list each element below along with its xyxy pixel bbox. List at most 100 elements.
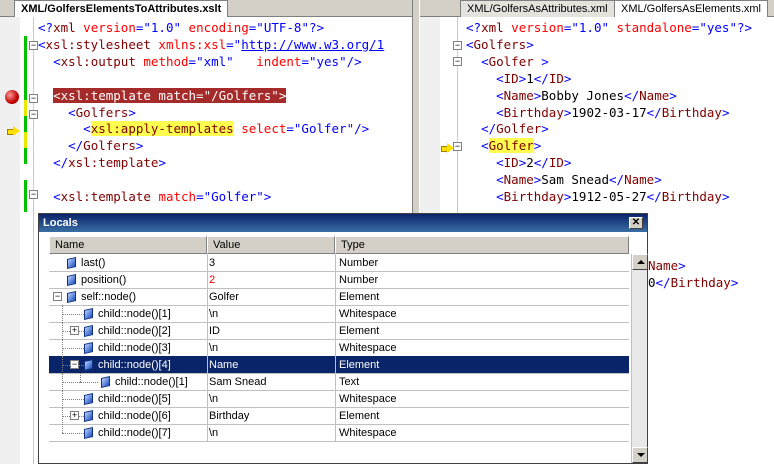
locals-row[interactable]: position() 2 Number [49, 271, 629, 289]
code-token: ID [548, 70, 564, 86]
variable-icon [101, 376, 110, 388]
code-token: < [53, 189, 61, 204]
code-line[interactable]: <xsl:template match="Golfer"> [38, 189, 271, 205]
tree-line [62, 348, 84, 349]
code-token: > [541, 121, 549, 137]
code-line[interactable]: </xsl:template> [38, 155, 166, 171]
locals-row[interactable]: − self::node() Golfer Element [49, 288, 629, 306]
row-type: Text [339, 376, 360, 388]
tab-xslt-file[interactable]: XML/GolfersElementsToAttributes.xslt [14, 0, 229, 17]
locals-row[interactable]: child::node()[1] \n Whitespace [49, 305, 629, 323]
locals-row[interactable]: − child::node()[4] Name Element [49, 356, 629, 374]
code-token: < [496, 172, 504, 188]
row-type: Number [339, 257, 379, 269]
code-line[interactable]: <ID>1</ID> [466, 71, 571, 87]
code-token: </ [609, 172, 625, 188]
breakpoint-icon[interactable] [5, 90, 19, 104]
code-line[interactable]: 0</Birthday> [648, 275, 738, 291]
row-type: Whitespace [339, 393, 397, 405]
column-header-value[interactable]: Value [207, 236, 335, 254]
expand-icon[interactable]: + [70, 411, 79, 420]
locals-row[interactable]: + child::node()[2] ID Element [49, 322, 629, 340]
code-line[interactable]: <xsl:apply-templates select="Golfer"/> [38, 121, 369, 137]
code-line[interactable]: <Name>Sam Snead</Name> [466, 172, 662, 188]
column-header-type[interactable]: Type [335, 236, 629, 254]
code-token: 0 [648, 275, 656, 290]
code-line[interactable]: <ID>2</ID> [466, 155, 571, 171]
code-token: ID [503, 70, 519, 86]
code-token: < [481, 53, 489, 69]
code-line[interactable]: <?xml version="1.0" standalone="yes"?> [466, 20, 752, 36]
tree-line [62, 433, 84, 434]
code-token: xsl:apply-templates [90, 121, 234, 137]
code-token: ="xml" [188, 53, 257, 69]
collapse-stylesheet-icon[interactable]: − [29, 41, 38, 50]
tab-golfers-as-attributes[interactable]: XML/GolfersAsAttributes.xml [460, 0, 615, 17]
locals-title-bar[interactable]: Locals [39, 214, 647, 232]
scroll-up-icon[interactable] [632, 254, 648, 270]
collapse-template-icon[interactable]: − [29, 190, 38, 199]
code-line[interactable]: <Birthday>1912-05-27</Birthday> [466, 189, 729, 205]
code-line[interactable]: <xsl:output method="xml" indent="yes"/> [38, 54, 362, 70]
code-token: < [496, 87, 504, 103]
grid-line [49, 441, 629, 442]
code-token: Golfer [488, 53, 542, 69]
tree-line [80, 373, 81, 382]
code-token: ="Golfer"> [196, 189, 272, 204]
code-token: Birthday [661, 189, 722, 204]
vertical-scrollbar[interactable] [631, 254, 648, 463]
code-token: indent [256, 53, 302, 69]
locals-row[interactable]: child::node()[5] \n Whitespace [49, 390, 629, 408]
collapse-golfers-icon[interactable]: − [29, 110, 38, 119]
code-token: Golfers [75, 104, 129, 120]
code-token: xsl:stylesheet [45, 36, 159, 52]
tree-line [62, 314, 84, 315]
code-line[interactable]: <?xml version="1.0" encoding="UTF-8"?> [38, 20, 324, 36]
scroll-down-icon[interactable] [632, 447, 648, 463]
code-line[interactable]: <Golfers> [466, 37, 534, 53]
row-value: Golfer [209, 291, 239, 303]
code-token: < [481, 138, 489, 154]
row-value: 3 [209, 257, 216, 269]
code-token: ID [548, 155, 564, 171]
code-line[interactable]: <xsl:stylesheet xmlns:xsl="http://www.w3… [38, 37, 384, 53]
row-type: Element [339, 359, 380, 371]
expand-icon[interactable]: + [70, 326, 79, 335]
code-token: ="1.0" [135, 20, 189, 35]
collapse-golfer-icon[interactable]: − [453, 57, 462, 66]
collapse-icon[interactable]: − [70, 360, 79, 369]
code-line[interactable]: </Golfer> [466, 121, 549, 137]
locals-row[interactable]: child::node()[3] \n Whitespace [49, 339, 629, 357]
code-token: </ [53, 155, 69, 171]
code-token: > [158, 155, 166, 171]
column-header-name[interactable]: Name [49, 236, 207, 254]
code-line[interactable]: <Birthday>1902-03-17</Birthday> [466, 105, 729, 121]
tab-golfers-as-elements[interactable]: XML/GolfersAsElements.xml [614, 0, 768, 17]
tree-line [62, 424, 63, 433]
locals-row[interactable]: last() 3 Number [49, 254, 629, 272]
collapse-golfers-icon[interactable]: − [453, 41, 462, 50]
close-icon[interactable]: ✕ [629, 217, 643, 229]
row-value: \n [209, 308, 219, 320]
left-gutter[interactable] [0, 17, 20, 464]
code-line[interactable]: <xsl:template match="/Golfers"> [38, 87, 287, 104]
row-value: ID [209, 325, 220, 337]
code-token: < [466, 36, 474, 52]
collapse-icon[interactable]: − [53, 292, 62, 301]
locals-window[interactable]: Locals ✕ Name Value Type last() 3 Number po… [38, 213, 648, 464]
code-token: Birthday [503, 104, 564, 120]
code-line[interactable]: <Golfer > [466, 54, 549, 70]
locals-row[interactable]: child::node()[1] Sam Snead Text [49, 373, 629, 391]
code-line[interactable]: <Name>Bobby Jones</Name> [466, 88, 677, 104]
variable-icon [84, 342, 93, 354]
code-line[interactable]: </Golfers> [38, 138, 143, 154]
code-line[interactable]: Name> [648, 258, 686, 274]
locals-row[interactable]: + child::node()[6] Birthday Element [49, 407, 629, 425]
locals-row[interactable]: child::node()[7] \n Whitespace [49, 424, 629, 442]
collapse-template-icon[interactable]: − [29, 94, 38, 103]
code-token: < [496, 104, 504, 120]
code-line[interactable]: <Golfer> [466, 138, 541, 154]
current-node-arrow-icon [441, 143, 455, 153]
code-line[interactable]: <Golfers> [38, 105, 136, 121]
